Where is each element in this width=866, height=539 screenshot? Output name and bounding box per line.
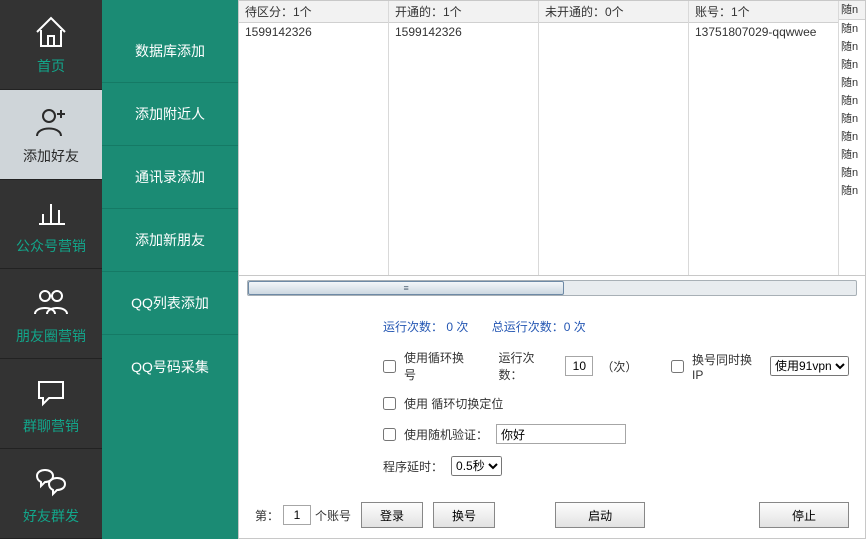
col-body[interactable]: 1599142326 xyxy=(239,23,388,275)
subnav-qq-collect[interactable]: QQ号码采集 xyxy=(102,335,238,398)
col-accounts: 账号：1个 13751807029-qqwwee xyxy=(689,1,839,275)
loop-swap-checkbox[interactable] xyxy=(383,360,396,373)
list-row[interactable]: 随n xyxy=(839,164,865,182)
list-row[interactable]: 随n xyxy=(839,20,865,38)
nav-label: 朋友圈营销 xyxy=(16,326,86,346)
col-opened: 开通的：1个 1599142326 xyxy=(389,1,539,275)
list-row[interactable]: 13751807029-qqwwee xyxy=(689,23,838,41)
row-delay: 程序延时： 0.5秒 xyxy=(383,456,849,476)
subnav-new-friend[interactable]: 添加新朋友 xyxy=(102,209,238,272)
list-row[interactable]: 随n xyxy=(839,74,865,92)
horizontal-scrollbar[interactable]: ≡ xyxy=(247,280,857,296)
secondary-nav: 数据库添加 添加附近人 通讯录添加 添加新朋友 QQ列表添加 QQ号码采集 xyxy=(102,0,238,539)
loop-swap-label: 使用循环换号 xyxy=(404,349,475,383)
list-row[interactable]: 随n xyxy=(839,38,865,56)
nav-label: 好友群发 xyxy=(23,506,79,526)
delay-label: 程序延时： xyxy=(383,458,443,475)
account-index-input[interactable] xyxy=(283,505,311,525)
row-relocate: 使用 循环切换定位 xyxy=(383,395,849,412)
swap-button[interactable]: 换号 xyxy=(433,502,495,528)
col-body[interactable]: 1599142326 xyxy=(389,23,538,275)
row-captcha: 使用随机验证： xyxy=(383,424,849,444)
add-friend-icon xyxy=(31,102,71,142)
relocate-checkbox[interactable] xyxy=(383,397,396,410)
delay-select[interactable]: 0.5秒 xyxy=(451,456,502,476)
subnav-db-add[interactable]: 数据库添加 xyxy=(102,20,238,83)
nav-label: 公众号营销 xyxy=(16,236,86,256)
col-header: 待区分：1个 xyxy=(239,1,388,23)
random-captcha-label: 使用随机验证： xyxy=(404,426,488,443)
chat-bubbles-icon xyxy=(31,462,71,502)
bar-chart-icon xyxy=(31,192,71,232)
col-body[interactable]: 13751807029-qqwwee xyxy=(689,23,838,275)
times-suffix: （次） xyxy=(601,358,637,375)
col-random: 随n 随n 随n 随n 随n 随n 随n 随n 随n 随n 随n xyxy=(839,1,865,275)
col-header: 随n xyxy=(839,1,865,20)
run-count: 运行次数： 0 次 xyxy=(383,320,468,334)
list-row[interactable]: 随n xyxy=(839,92,865,110)
chat-icon xyxy=(31,372,71,412)
main-panel: 待区分：1个 1599142326 开通的：1个 1599142326 未开通的… xyxy=(238,0,866,539)
col-header: 未开通的：0个 xyxy=(539,1,688,23)
form-area: 使用循环换号 运行次数： （次） 换号同时换IP 使用91vpn 使用 循环切换… xyxy=(383,349,849,476)
nav-label: 添加好友 xyxy=(23,146,79,166)
col-header: 账号：1个 xyxy=(689,1,838,23)
bottom-bar: 第： 个账号 登录 换号 启动 停止 xyxy=(255,490,849,528)
control-panel: 运行次数： 0 次 总运行次数：0 次 使用循环换号 运行次数： （次） 换号同… xyxy=(239,300,865,538)
stop-button[interactable]: 停止 xyxy=(759,502,849,528)
random-captcha-checkbox[interactable] xyxy=(383,428,396,441)
col-pending: 待区分：1个 1599142326 xyxy=(239,1,389,275)
col-header: 开通的：1个 xyxy=(389,1,538,23)
list-row[interactable]: 随n xyxy=(839,56,865,74)
nav-label: 首页 xyxy=(37,56,65,76)
list-row[interactable]: 1599142326 xyxy=(239,23,388,41)
scrollbar-thumb[interactable]: ≡ xyxy=(248,281,564,295)
ip-method-select[interactable]: 使用91vpn xyxy=(770,356,849,376)
swap-ip-label: 换号同时换IP xyxy=(692,351,762,382)
subnav-nearby[interactable]: 添加附近人 xyxy=(102,83,238,146)
account-index: 第： 个账号 xyxy=(255,505,351,525)
col-body[interactable] xyxy=(539,23,688,275)
nav-groupchat[interactable]: 群聊营销 xyxy=(0,359,102,449)
relocate-label: 使用 循环切换定位 xyxy=(404,395,503,412)
nav-label: 群聊营销 xyxy=(23,416,79,436)
list-row[interactable]: 随n xyxy=(839,182,865,200)
login-button[interactable]: 登录 xyxy=(361,502,423,528)
list-row[interactable]: 1599142326 xyxy=(389,23,538,41)
swap-ip-checkbox[interactable] xyxy=(671,360,684,373)
col-body[interactable]: 随n 随n 随n 随n 随n 随n 随n 随n 随n 随n xyxy=(839,20,865,275)
nav-add-friend[interactable]: 添加好友 xyxy=(0,90,102,180)
run-times-label: 运行次数： xyxy=(498,349,557,383)
run-stats: 运行次数： 0 次 总运行次数：0 次 xyxy=(383,318,849,335)
total-run-count: 总运行次数：0 次 xyxy=(492,320,586,334)
start-button[interactable]: 启动 xyxy=(555,502,645,528)
subnav-contacts[interactable]: 通讯录添加 xyxy=(102,146,238,209)
list-area: 待区分：1个 1599142326 开通的：1个 1599142326 未开通的… xyxy=(239,1,865,276)
random-captcha-input[interactable] xyxy=(496,424,626,444)
nav-moments[interactable]: 朋友圈营销 xyxy=(0,269,102,359)
nav-broadcast[interactable]: 好友群发 xyxy=(0,449,102,539)
primary-nav: 首页 添加好友 公众号营销 朋友圈营销 群聊营销 xyxy=(0,0,102,539)
people-icon xyxy=(31,282,71,322)
list-row[interactable]: 随n xyxy=(839,110,865,128)
row-loop: 使用循环换号 运行次数： （次） 换号同时换IP 使用91vpn xyxy=(383,349,849,383)
list-row[interactable]: 随n xyxy=(839,146,865,164)
run-times-input[interactable] xyxy=(565,356,593,376)
nav-home[interactable]: 首页 xyxy=(0,0,102,90)
list-row[interactable]: 随n xyxy=(839,128,865,146)
col-unopened: 未开通的：0个 xyxy=(539,1,689,275)
nav-official[interactable]: 公众号营销 xyxy=(0,180,102,270)
home-icon xyxy=(31,12,71,52)
subnav-qq-list[interactable]: QQ列表添加 xyxy=(102,272,238,335)
